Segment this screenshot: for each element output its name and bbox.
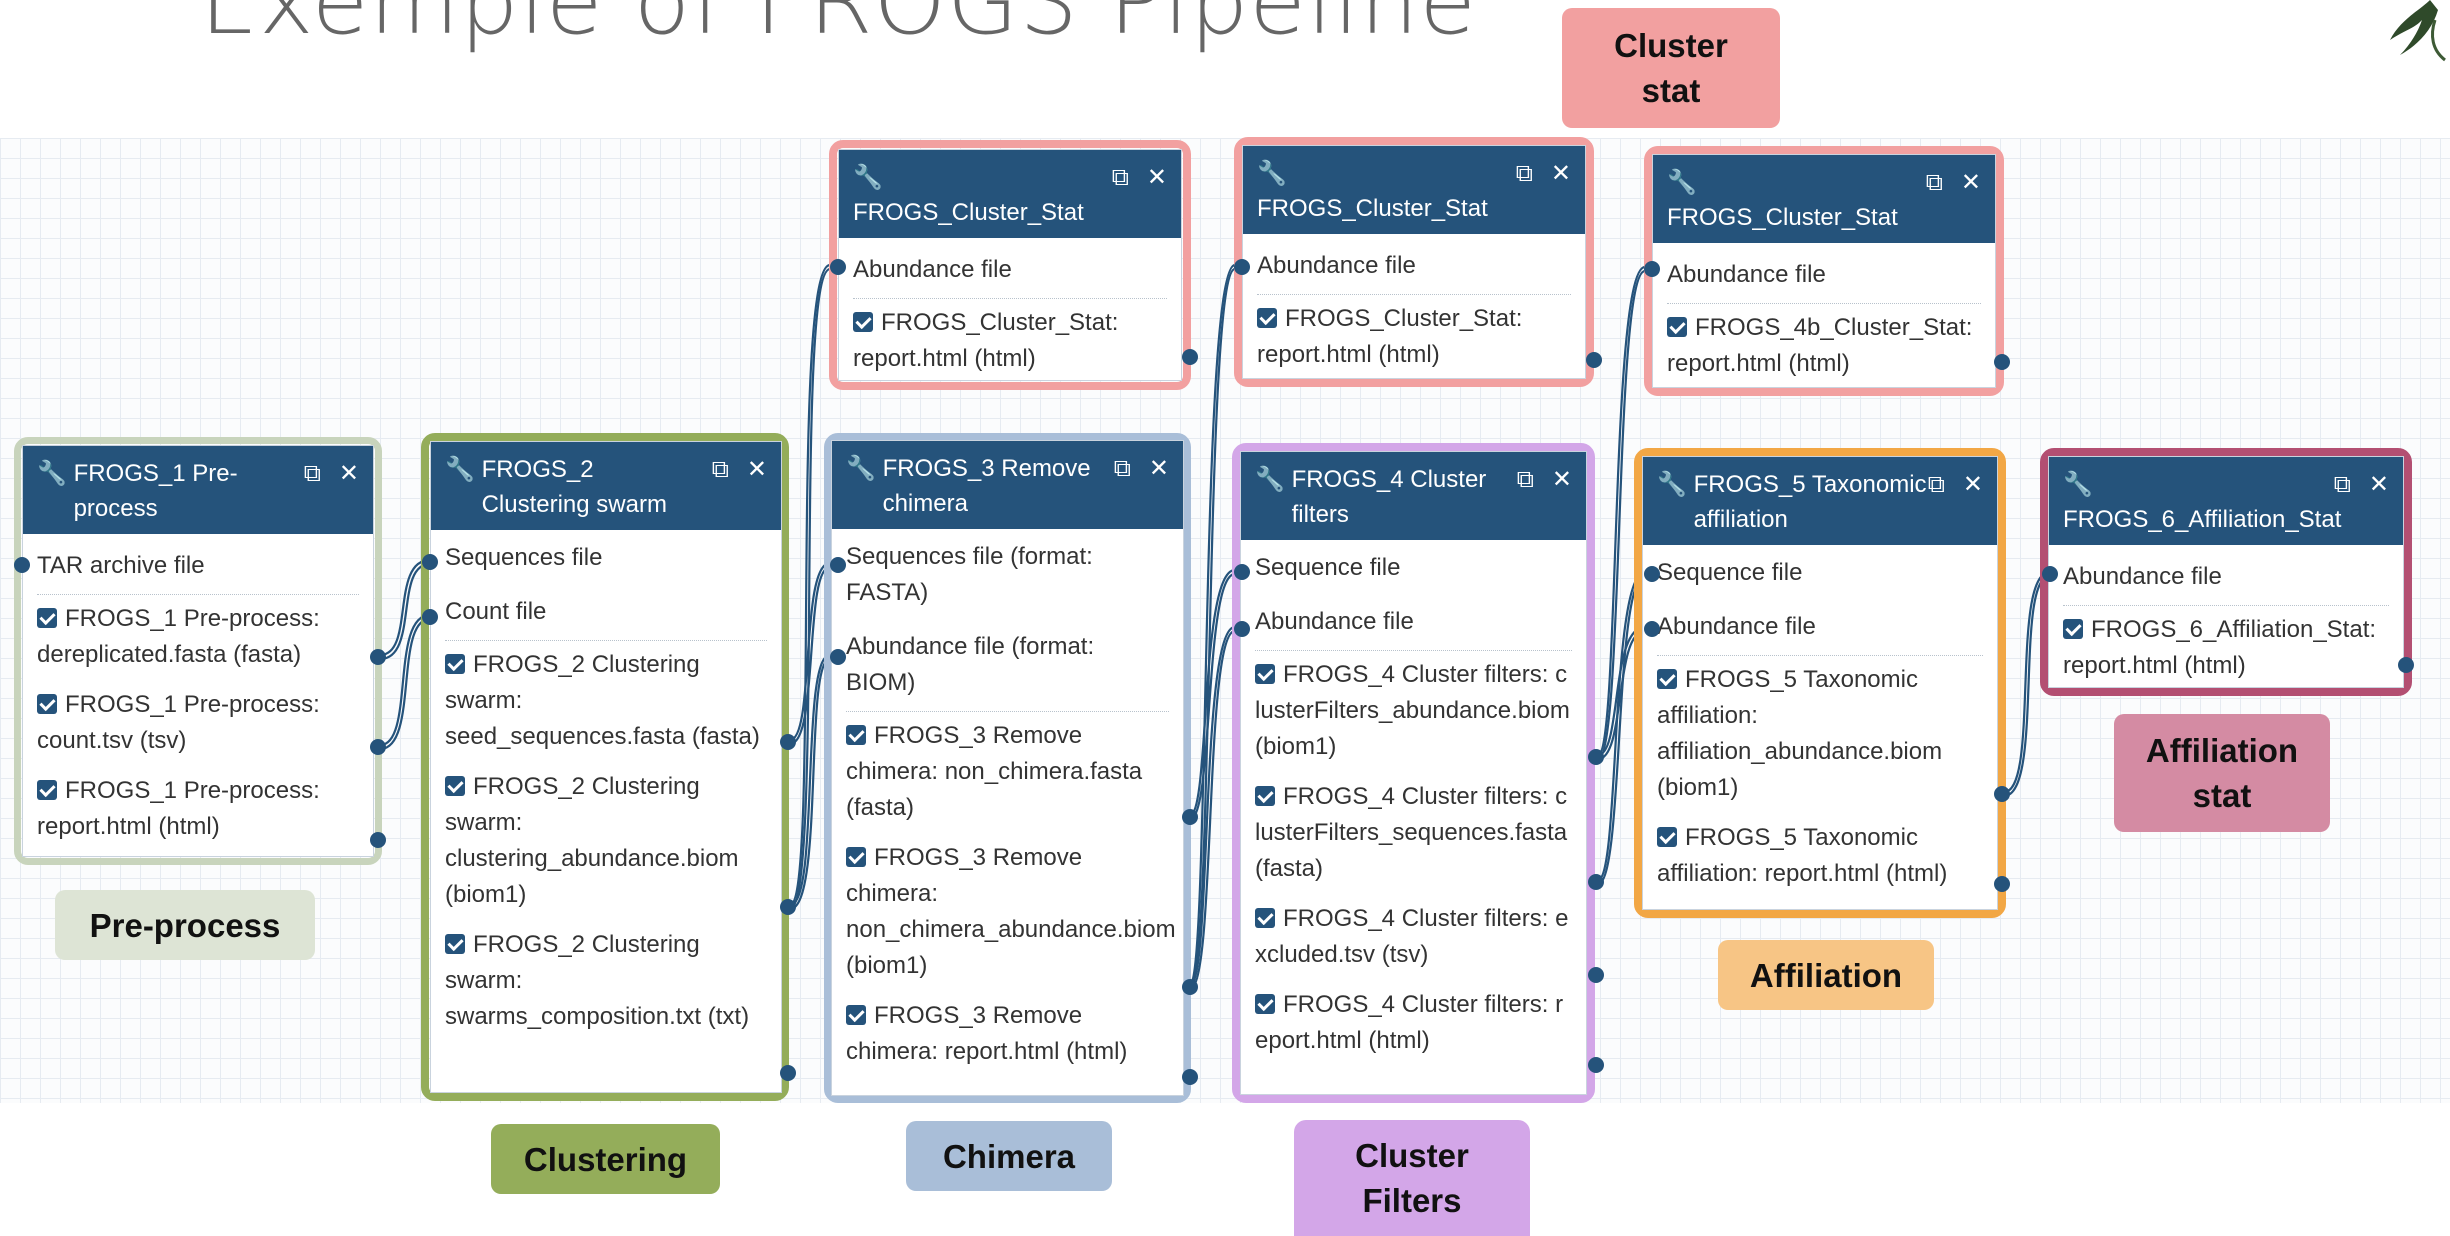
port	[1588, 967, 1604, 983]
port	[1994, 786, 2010, 802]
port	[780, 734, 796, 750]
port	[1182, 1069, 1198, 1085]
port	[1234, 564, 1250, 580]
port	[1644, 261, 1660, 277]
port	[1586, 352, 1602, 368]
port	[14, 557, 30, 573]
port	[780, 1065, 796, 1081]
port	[830, 557, 846, 573]
port	[830, 649, 846, 665]
port	[1182, 979, 1198, 995]
port	[1182, 349, 1198, 365]
port	[1588, 749, 1604, 765]
port	[1588, 1057, 1604, 1073]
port	[2398, 657, 2414, 673]
port	[422, 554, 438, 570]
port	[1994, 876, 2010, 892]
port	[780, 899, 796, 915]
connection-ports	[14, 259, 2414, 1085]
port	[370, 739, 386, 755]
port	[1234, 621, 1250, 637]
port	[830, 259, 846, 275]
port	[2042, 566, 2058, 582]
port	[1994, 354, 2010, 370]
port	[1644, 621, 1660, 637]
port	[370, 832, 386, 848]
port	[1182, 809, 1198, 825]
port	[1234, 259, 1250, 275]
port	[370, 649, 386, 665]
port	[422, 609, 438, 625]
port	[1644, 566, 1660, 582]
port	[1588, 874, 1604, 890]
